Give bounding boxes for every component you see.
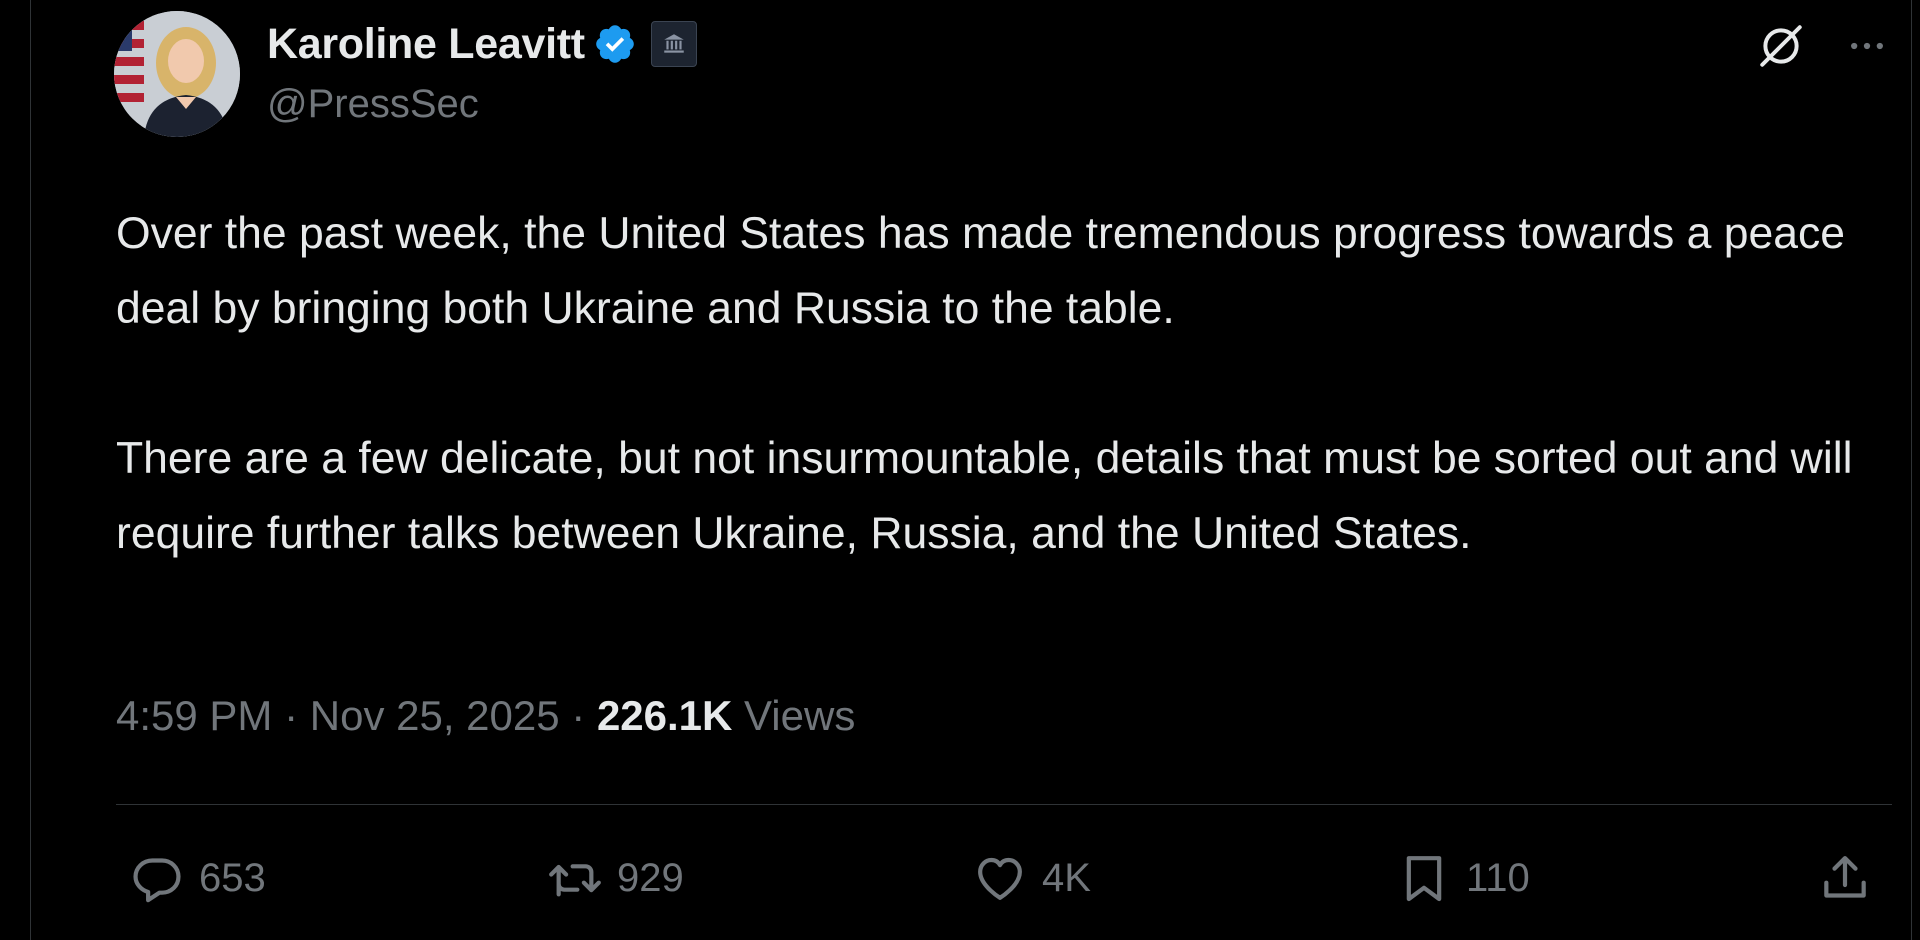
tweet-meta: 4:59 PM · Nov 25, 2025 · 226.1K Views [116, 692, 855, 740]
more-options-icon[interactable] [1837, 16, 1897, 76]
meta-separator: · [272, 692, 310, 739]
heart-icon [978, 857, 1022, 900]
views-label: Views [744, 692, 856, 739]
avatar[interactable] [114, 11, 240, 137]
tweet-card: Karoline Leavitt @PressSec Over the past… [30, 0, 1912, 940]
tweet-date[interactable]: Nov 25, 2025 [310, 692, 560, 739]
reply-icon [133, 858, 181, 903]
tweet-paragraph: There are a few delicate, but not insurm… [116, 434, 1853, 558]
bookmark-button[interactable]: 110 [1396, 848, 1530, 908]
retweet-count: 929 [617, 855, 684, 900]
retweet-button[interactable]: 929 [547, 848, 684, 908]
reply-button[interactable]: 653 [129, 848, 266, 908]
like-button[interactable]: 4K [972, 848, 1091, 908]
reply-count: 653 [199, 855, 266, 900]
share-icon [1824, 856, 1866, 898]
like-count: 4K [1042, 855, 1091, 900]
government-building-icon[interactable] [650, 21, 697, 67]
author-handle[interactable]: @PressSec [267, 82, 479, 127]
bookmark-count: 110 [1466, 855, 1530, 900]
tweet-paragraph: Over the past week, the United States ha… [116, 209, 1846, 333]
grok-icon[interactable] [1751, 16, 1811, 76]
verified-badge-icon [596, 25, 634, 63]
author-row: Karoline Leavitt [267, 16, 697, 72]
views-count: 226.1K [596, 692, 733, 739]
retweet-icon [549, 864, 601, 897]
tweet-time[interactable]: 4:59 PM [116, 692, 272, 739]
tweet-text: Over the past week, the United States ha… [116, 196, 1876, 571]
author-name[interactable]: Karoline Leavitt [267, 20, 585, 69]
bookmark-icon [1406, 856, 1442, 902]
share-button[interactable] [1817, 848, 1873, 908]
meta-separator: · [559, 692, 597, 739]
divider [116, 804, 1892, 805]
